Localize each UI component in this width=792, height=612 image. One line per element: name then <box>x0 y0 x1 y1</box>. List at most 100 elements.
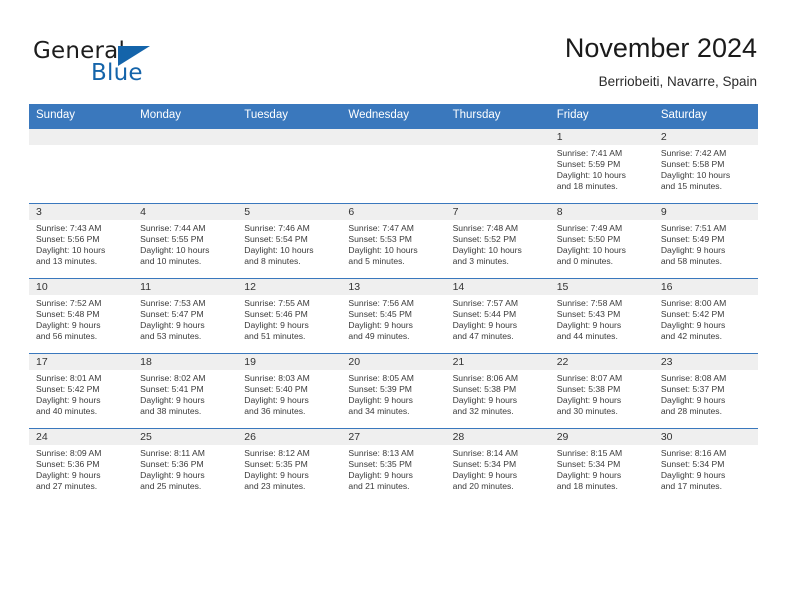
sunset-text: Sunset: 5:37 PM <box>660 384 725 395</box>
sunset-text: Sunset: 5:39 PM <box>348 384 412 395</box>
calendar-cell-inner: 9 Sunrise: 7:51 AM Sunset: 5:49 PM Daylight… <box>653 204 758 278</box>
calendar-cell-inner: 19 Sunrise: 8:03 AM Sunset: 5:40 PM Dayligh… <box>237 354 342 428</box>
calendar-day-cell[interactable]: 18 Sunrise: 8:02 AM Sunset: 5:41 PM Dayligh… <box>133 353 238 429</box>
calendar-day-cell[interactable]: 21 Sunrise: 8:06 AM Sunset: 5:38 PM Dayligh… <box>445 353 550 429</box>
calendar-day-cell[interactable]: 8 Sunrise: 7:49 AM Sunset: 5:50 PM Daylight… <box>549 203 654 279</box>
daylight-text-line2: and 53 minutes. <box>140 331 202 342</box>
day-number: 13 <box>341 279 446 295</box>
calendar-cell-empty <box>29 128 134 204</box>
day-number: 10 <box>29 279 134 295</box>
daylight-text-line2: and 30 minutes. <box>556 406 618 417</box>
day-number: 28 <box>445 429 550 445</box>
sunset-text: Sunset: 5:38 PM <box>452 384 517 395</box>
sunrise-text: Sunrise: 8:03 AM <box>244 373 310 383</box>
calendar-cell-inner: 10 Sunrise: 7:52 AM Sunset: 5:48 PM Dayligh… <box>29 279 134 353</box>
daylight-text-line2: and 58 minutes. <box>660 256 722 267</box>
daylight-text-line1: Daylight: 10 hours <box>244 245 314 256</box>
sunrise-text: Sunrise: 8:08 AM <box>660 373 727 383</box>
location-subtitle: Berriobeiti, Navarre, Spain <box>598 74 757 89</box>
calendar-day-cell[interactable]: 9 Sunrise: 7:51 AM Sunset: 5:49 PM Daylight… <box>653 203 758 279</box>
weekday-header-friday: Friday <box>549 104 654 129</box>
calendar-day-cell[interactable]: 19 Sunrise: 8:03 AM Sunset: 5:40 PM Dayligh… <box>237 353 342 429</box>
calendar-day-cell[interactable]: 29 Sunrise: 8:15 AM Sunset: 5:34 PM Dayligh… <box>549 428 654 503</box>
calendar-day-cell[interactable]: 3 Sunrise: 7:43 AM Sunset: 5:56 PM Daylight… <box>29 203 134 279</box>
calendar-day-cell[interactable]: 12 Sunrise: 7:55 AM Sunset: 5:46 PM Dayligh… <box>237 278 342 354</box>
calendar-day-cell[interactable]: 26 Sunrise: 8:12 AM Sunset: 5:35 PM Dayligh… <box>237 428 342 503</box>
day-details: Sunrise: 8:15 AM Sunset: 5:34 PM Daylight:… <box>550 445 654 492</box>
sunset-text: Sunset: 5:49 PM <box>660 234 725 245</box>
daylight-text-line1: Daylight: 10 hours <box>140 245 210 256</box>
calendar-cell-inner: 27 Sunrise: 8:13 AM Sunset: 5:35 PM Dayligh… <box>341 429 446 503</box>
calendar-day-cell[interactable]: 23 Sunrise: 8:08 AM Sunset: 5:37 PM Dayligh… <box>653 353 758 429</box>
calendar-day-cell[interactable]: 22 Sunrise: 8:07 AM Sunset: 5:38 PM Dayligh… <box>549 353 654 429</box>
calendar-week-row: 3 Sunrise: 7:43 AM Sunset: 5:56 PM Daylight… <box>29 203 758 279</box>
calendar-day-cell[interactable]: 27 Sunrise: 8:13 AM Sunset: 5:35 PM Dayligh… <box>341 428 446 503</box>
daylight-text-line1: Daylight: 9 hours <box>348 395 413 406</box>
day-number <box>445 129 550 145</box>
calendar-day-cell[interactable]: 15 Sunrise: 7:58 AM Sunset: 5:43 PM Dayligh… <box>549 278 654 354</box>
daylight-text-line2: and 0 minutes. <box>556 256 614 267</box>
day-details: Sunrise: 7:49 AM Sunset: 5:50 PM Daylight:… <box>550 220 654 267</box>
daylight-text-line1: Daylight: 10 hours <box>36 245 106 256</box>
daylight-text-line2: and 51 minutes. <box>244 331 306 342</box>
calendar-day-cell[interactable]: 7 Sunrise: 7:48 AM Sunset: 5:52 PM Daylight… <box>445 203 550 279</box>
day-number <box>133 129 238 145</box>
sunrise-text: Sunrise: 8:16 AM <box>660 448 727 458</box>
day-details: Sunrise: 7:46 AM Sunset: 5:54 PM Daylight:… <box>237 220 341 267</box>
day-number: 8 <box>549 204 654 220</box>
sunset-text: Sunset: 5:46 PM <box>244 309 308 320</box>
sunset-text: Sunset: 5:40 PM <box>244 384 308 395</box>
calendar-day-cell[interactable]: 4 Sunrise: 7:44 AM Sunset: 5:55 PM Daylight… <box>133 203 238 279</box>
sunrise-text: Sunrise: 7:42 AM <box>660 148 727 158</box>
calendar-day-cell[interactable]: 20 Sunrise: 8:05 AM Sunset: 5:39 PM Dayligh… <box>341 353 446 429</box>
calendar-cell-inner: 7 Sunrise: 7:48 AM Sunset: 5:52 PM Daylight… <box>445 204 550 278</box>
sunrise-text: Sunrise: 8:07 AM <box>556 373 623 383</box>
day-details: Sunrise: 7:41 AM Sunset: 5:59 PM Daylight:… <box>550 145 654 192</box>
calendar-cell-inner: 22 Sunrise: 8:07 AM Sunset: 5:38 PM Dayligh… <box>549 354 654 428</box>
calendar-cell-inner: 25 Sunrise: 8:11 AM Sunset: 5:36 PM Dayligh… <box>133 429 238 503</box>
sunset-text: Sunset: 5:34 PM <box>556 459 621 470</box>
sunset-text: Sunset: 5:53 PM <box>348 234 412 245</box>
calendar-day-cell[interactable]: 5 Sunrise: 7:46 AM Sunset: 5:54 PM Daylight… <box>237 203 342 279</box>
calendar-cell-inner: 3 Sunrise: 7:43 AM Sunset: 5:56 PM Daylight… <box>29 204 134 278</box>
sunrise-text: Sunrise: 7:53 AM <box>140 298 206 308</box>
daylight-text-line1: Daylight: 9 hours <box>452 320 518 331</box>
calendar-page: General Blue November 2024 Berriobeiti, … <box>0 0 792 612</box>
calendar-day-cell[interactable]: 14 Sunrise: 7:57 AM Sunset: 5:44 PM Dayligh… <box>445 278 550 354</box>
daylight-text-line1: Daylight: 10 hours <box>660 170 731 181</box>
weekday-header-saturday: Saturday <box>653 104 758 129</box>
calendar-day-cell[interactable]: 6 Sunrise: 7:47 AM Sunset: 5:53 PM Daylight… <box>341 203 446 279</box>
sunrise-text: Sunrise: 8:14 AM <box>452 448 519 458</box>
calendar-body: 1 Sunrise: 7:41 AM Sunset: 5:59 PM Daylight… <box>29 128 758 503</box>
daylight-text-line2: and 47 minutes. <box>452 331 514 342</box>
calendar-day-cell[interactable]: 28 Sunrise: 8:14 AM Sunset: 5:34 PM Dayligh… <box>445 428 550 503</box>
calendar-day-cell[interactable]: 24 Sunrise: 8:09 AM Sunset: 5:36 PM Dayligh… <box>29 428 134 503</box>
sunset-text: Sunset: 5:35 PM <box>348 459 412 470</box>
calendar-week-row: 10 Sunrise: 7:52 AM Sunset: 5:48 PM Dayligh… <box>29 278 758 354</box>
general-blue-logo[interactable]: General Blue <box>33 38 273 94</box>
calendar-day-cell[interactable]: 30 Sunrise: 8:16 AM Sunset: 5:34 PM Dayligh… <box>653 428 758 503</box>
calendar-day-cell[interactable]: 17 Sunrise: 8:01 AM Sunset: 5:42 PM Dayligh… <box>29 353 134 429</box>
day-number: 16 <box>653 279 758 295</box>
sunset-text: Sunset: 5:55 PM <box>140 234 204 245</box>
sunset-text: Sunset: 5:41 PM <box>140 384 204 395</box>
calendar-day-cell[interactable]: 13 Sunrise: 7:56 AM Sunset: 5:45 PM Dayligh… <box>341 278 446 354</box>
title-block: November 2024 Berriobeiti, Navarre, Spai… <box>565 32 757 91</box>
daylight-text-line1: Daylight: 10 hours <box>452 245 522 256</box>
calendar-day-cell[interactable]: 11 Sunrise: 7:53 AM Sunset: 5:47 PM Dayligh… <box>133 278 238 354</box>
day-details: Sunrise: 8:06 AM Sunset: 5:38 PM Daylight:… <box>446 370 550 417</box>
daylight-text-line1: Daylight: 10 hours <box>556 245 626 256</box>
weekday-header-wednesday: Wednesday <box>341 104 446 129</box>
sunrise-text: Sunrise: 7:47 AM <box>348 223 414 233</box>
calendar-day-cell[interactable]: 10 Sunrise: 7:52 AM Sunset: 5:48 PM Dayligh… <box>29 278 134 354</box>
day-number: 6 <box>341 204 446 220</box>
calendar-day-cell[interactable]: 25 Sunrise: 8:11 AM Sunset: 5:36 PM Dayligh… <box>133 428 238 503</box>
sunrise-text: Sunrise: 7:46 AM <box>244 223 310 233</box>
daylight-text-line2: and 40 minutes. <box>36 406 98 417</box>
sunset-text: Sunset: 5:56 PM <box>36 234 100 245</box>
calendar-day-cell[interactable]: 2 Sunrise: 7:42 AM Sunset: 5:58 PM Daylight… <box>653 128 758 204</box>
day-number: 20 <box>341 354 446 370</box>
calendar-day-cell[interactable]: 16 Sunrise: 8:00 AM Sunset: 5:42 PM Dayligh… <box>653 278 758 354</box>
daylight-text-line2: and 18 minutes. <box>556 481 618 492</box>
calendar-day-cell[interactable]: 1 Sunrise: 7:41 AM Sunset: 5:59 PM Daylight… <box>549 128 654 204</box>
